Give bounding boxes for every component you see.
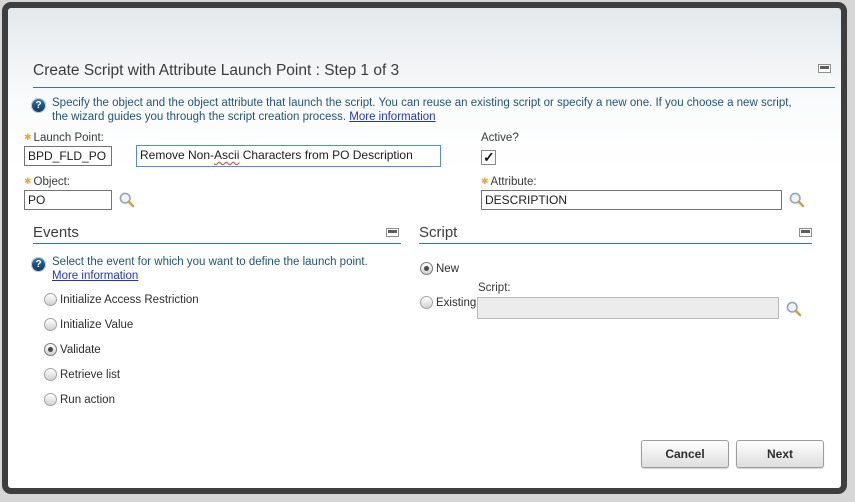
radio-icon[interactable] — [44, 343, 57, 356]
cancel-button[interactable]: Cancel — [641, 440, 729, 468]
event-option-initialize-access-restriction[interactable]: Initialize Access Restriction — [44, 293, 199, 306]
script-section-title: Script — [419, 224, 458, 241]
minimize-events-icon[interactable] — [386, 228, 399, 237]
event-option-retrieve-list[interactable]: Retrieve list — [44, 368, 120, 381]
minimize-bar — [388, 230, 397, 233]
dialog-title: Create Script with Attribute Launch Poin… — [33, 62, 400, 79]
radio-label: Run action — [60, 393, 115, 406]
script-divider — [419, 243, 812, 244]
radio-label: Initialize Value — [60, 318, 134, 331]
script-field-label: Script: — [478, 282, 511, 294]
events-divider — [33, 243, 401, 244]
script-lookup-magnifier-icon[interactable] — [785, 300, 803, 318]
object-lookup-magnifier-icon[interactable] — [118, 191, 136, 209]
attribute-label: Attribute: — [481, 176, 537, 188]
script-option-new[interactable]: New — [420, 262, 459, 275]
radio-label: New — [436, 262, 460, 275]
minimize-dialog-icon[interactable] — [818, 64, 831, 73]
existing-script-input[interactable] — [477, 297, 779, 319]
radio-label: Retrieve list — [60, 368, 121, 381]
description-text-before: Remove Non- — [140, 148, 215, 162]
radio-icon[interactable] — [44, 393, 57, 406]
minimize-bar — [801, 230, 810, 233]
radio-icon[interactable] — [420, 262, 433, 275]
title-divider — [33, 87, 835, 88]
description-text-misspelled: Ascii — [214, 148, 240, 162]
launch-point-input[interactable] — [24, 146, 112, 166]
radio-label: Initialize Access Restriction — [60, 293, 199, 306]
attribute-input[interactable] — [481, 190, 782, 210]
help-question-icon[interactable]: ? — [31, 98, 46, 113]
active-checkbox[interactable] — [481, 149, 496, 166]
active-label: Active? — [481, 132, 519, 144]
more-information-link[interactable]: More information — [349, 111, 435, 123]
script-option-existing[interactable]: Existing: — [420, 296, 479, 309]
radio-icon[interactable] — [44, 293, 57, 306]
object-input[interactable] — [24, 190, 112, 210]
screen-background: Create Script with Attribute Launch Poin… — [0, 0, 855, 502]
launch-point-description-input[interactable]: Remove Non-Ascii Characters from PO Desc… — [136, 145, 441, 167]
required-icon — [24, 176, 34, 188]
events-section-title: Events — [33, 224, 79, 241]
events-intro: Select the event for which you want to d… — [52, 256, 368, 268]
events-intro-text: Select the event for which you want to d… — [52, 255, 394, 283]
launch-point-label: Launch Point: — [24, 132, 104, 144]
object-label: Object: — [24, 176, 70, 188]
events-help-question-icon[interactable]: ? — [31, 257, 46, 272]
minimize-script-icon[interactable] — [799, 228, 812, 237]
radio-label: Validate — [60, 343, 101, 356]
description-text-after: Characters from PO Description — [239, 148, 413, 162]
required-icon — [481, 176, 491, 188]
dialog-intro-text: Specify the object and the object attrib… — [52, 96, 800, 124]
event-option-run-action[interactable]: Run action — [44, 393, 115, 406]
next-button[interactable]: Next — [736, 440, 824, 468]
attribute-lookup-magnifier-icon[interactable] — [788, 191, 806, 209]
radio-icon[interactable] — [44, 368, 57, 381]
required-icon — [24, 132, 34, 144]
radio-label: Existing: — [436, 296, 480, 309]
minimize-bar — [820, 66, 829, 69]
event-option-initialize-value[interactable]: Initialize Value — [44, 318, 133, 331]
events-more-information-link[interactable]: More information — [52, 270, 138, 282]
radio-icon[interactable] — [44, 318, 57, 331]
event-option-validate[interactable]: Validate — [44, 343, 101, 356]
radio-icon[interactable] — [420, 296, 433, 309]
create-script-dialog: Create Script with Attribute Launch Poin… — [2, 2, 847, 494]
